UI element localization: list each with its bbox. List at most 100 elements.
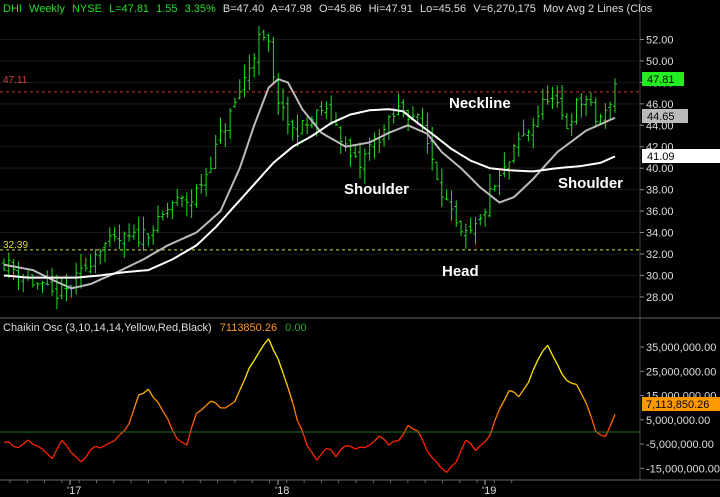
osc-segment <box>210 400 216 404</box>
osc-segment <box>99 444 106 449</box>
osc-header-label: Chaikin Osc (3,10,14,14,Yellow,Red,Black… <box>3 322 212 334</box>
osc-segment <box>263 338 270 346</box>
price-tick-label: 40.00 <box>646 163 674 175</box>
osc-segment <box>489 420 496 436</box>
osc-segment <box>421 439 428 452</box>
osc-segment <box>277 359 284 374</box>
osc-segment <box>13 445 19 449</box>
osc-segment <box>46 453 53 460</box>
osc-segment <box>330 449 337 458</box>
osc-segment <box>133 394 140 410</box>
annotation-neckline: Neckline <box>449 95 511 112</box>
osc-tick-label: -15,000,000.00 <box>646 463 720 475</box>
price-tick-label: 32.00 <box>646 249 674 261</box>
osc-segment <box>590 415 597 432</box>
osc-segment <box>397 433 404 442</box>
osc-tick-label: -5,000,000.00 <box>646 439 714 451</box>
osc-segment <box>609 414 616 427</box>
osc-segment <box>90 445 96 451</box>
osc-segment <box>147 388 154 398</box>
osc-segment <box>340 445 346 450</box>
ma-fast-tag: 44.65 <box>647 111 675 123</box>
osc-segment <box>426 450 433 458</box>
osc-segment <box>224 404 231 409</box>
time-tick-label: '19 <box>482 485 496 497</box>
osc-segment <box>580 393 587 404</box>
annotation-shoulder-left: Shoulder <box>344 181 409 198</box>
osc-segment <box>600 434 606 438</box>
osc-segment <box>109 439 115 444</box>
osc-segment <box>393 440 399 442</box>
osc-segment <box>37 445 43 450</box>
osc-segment <box>513 391 520 398</box>
osc-segment <box>229 400 236 406</box>
osc-segment <box>143 388 149 394</box>
osc-segment <box>450 461 457 467</box>
osc-segment <box>460 439 467 451</box>
osc-segment <box>32 443 38 447</box>
osc-segment <box>518 389 525 398</box>
osc-segment <box>431 457 438 464</box>
osc-segment <box>171 429 178 440</box>
osc-segment <box>575 384 582 394</box>
osc-segment <box>436 462 443 469</box>
osc-segment <box>306 445 313 453</box>
osc-segment <box>114 434 120 441</box>
osc-segment <box>42 448 48 455</box>
annotation-shoulder-right: Shoulder <box>558 175 623 192</box>
osc-segment <box>296 420 303 431</box>
osc-segment <box>162 410 169 419</box>
header-high: Hi=47.91 <box>369 3 413 15</box>
level-label-top: 47.11 <box>3 75 28 86</box>
header-open: O=45.86 <box>319 3 362 15</box>
osc-segment <box>196 409 202 414</box>
price-bars <box>2 25 617 310</box>
osc-segment <box>412 428 418 432</box>
osc-segment <box>61 439 68 447</box>
osc-segment <box>75 456 82 463</box>
osc-segment <box>200 405 207 411</box>
osc-segment <box>604 425 611 437</box>
osc-segment <box>378 435 385 440</box>
osc-tick-label: 25,000,000.00 <box>646 366 716 378</box>
osc-segment <box>494 408 501 422</box>
header-last: L=47.81 <box>109 3 149 15</box>
osc-segment <box>446 465 452 473</box>
osc-segment <box>364 444 370 449</box>
osc-segment <box>316 453 323 461</box>
osc-segment <box>85 449 92 458</box>
osc-segment <box>551 354 558 365</box>
annotation-head: Head <box>442 263 479 280</box>
price-tick-label: 52.00 <box>646 34 674 46</box>
osc-segment <box>166 418 173 431</box>
osc-segment <box>239 379 246 391</box>
osc-segment <box>138 392 144 396</box>
osc-segment <box>484 435 491 443</box>
osc-segment <box>128 408 135 424</box>
osc-segment <box>402 425 409 435</box>
price-and-oscillator-chart: 28.0030.0032.0034.0036.0038.0040.0042.00… <box>0 0 720 497</box>
header-bid: B=47.40 <box>223 3 264 15</box>
header-change: 1.55 <box>156 3 177 15</box>
osc-segment <box>181 441 188 446</box>
osc-segment <box>321 447 327 455</box>
osc-segment <box>56 439 63 450</box>
last-price-tag: 47.81 <box>647 74 675 86</box>
osc-segment <box>80 456 87 463</box>
time-tick-label: '18 <box>275 485 289 497</box>
price-tick-label: 38.00 <box>646 185 674 197</box>
osc-segment <box>205 400 212 406</box>
osc-segment <box>383 438 390 446</box>
osc-segment <box>556 363 563 375</box>
osc-segment <box>354 446 361 450</box>
osc-segment <box>532 359 539 371</box>
osc-segment <box>508 389 515 393</box>
header-interval: Weekly <box>29 3 65 15</box>
header-ticker: DHI <box>3 3 22 15</box>
osc-segment <box>292 402 299 422</box>
osc-segment <box>176 438 183 443</box>
osc-segment <box>70 452 77 458</box>
osc-segment <box>373 435 380 442</box>
osc-header-value: 7113850.26 <box>220 322 277 334</box>
osc-segment <box>215 402 221 409</box>
